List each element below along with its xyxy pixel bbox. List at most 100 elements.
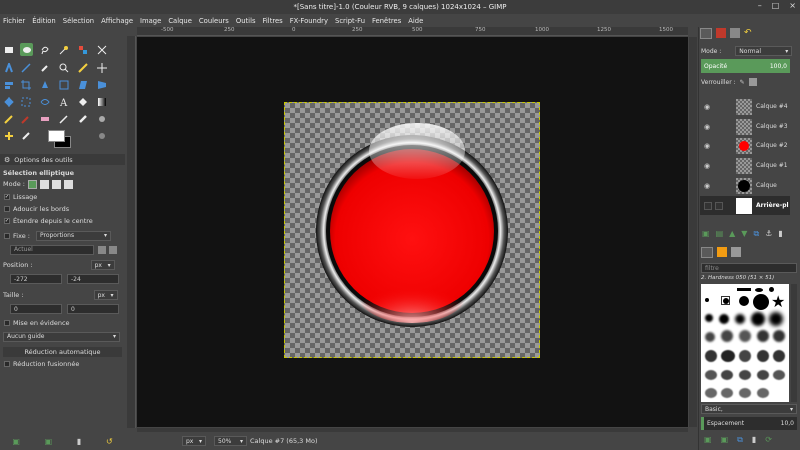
delete-options-icon[interactable]: ▮ (77, 437, 81, 446)
airbrush-icon[interactable] (58, 113, 69, 124)
brush-preset-select[interactable]: Basic, ▾ (701, 404, 797, 414)
brush-grid[interactable]: ★ (701, 284, 789, 402)
align-icon[interactable] (3, 79, 14, 90)
ellipse-select-icon[interactable] (20, 43, 33, 56)
vertical-scrollbar[interactable] (689, 37, 697, 427)
smudge-icon[interactable] (96, 113, 107, 124)
eye-icon[interactable]: ◉ (704, 123, 712, 131)
layer-row[interactable]: ◉ Calque #1 (700, 156, 790, 175)
shear-icon[interactable] (77, 79, 88, 90)
anchor-layer-icon[interactable]: ⚓ (765, 229, 772, 239)
move-icon[interactable] (96, 62, 107, 73)
duplicate-brush-icon[interactable]: ⧉ (737, 435, 743, 445)
cage-icon[interactable] (20, 96, 31, 107)
minimize-button[interactable]: – (758, 1, 762, 10)
layer-row[interactable]: ◉ Calque #3 (700, 117, 790, 136)
paths-tab-icon[interactable] (730, 28, 740, 38)
eraser-icon[interactable] (39, 113, 50, 124)
brush-scrollbar[interactable] (791, 284, 797, 402)
menu-aide[interactable]: Aide (408, 17, 423, 25)
lock-pixels-icon[interactable]: ✎ (740, 79, 745, 86)
paintbrush-icon[interactable] (20, 113, 31, 124)
layer-row[interactable]: ◉ Calque #2 (700, 136, 790, 155)
perspective-icon[interactable] (96, 79, 107, 90)
clone-icon[interactable] (3, 130, 14, 141)
gradients-tab-icon[interactable] (731, 247, 741, 257)
fixed-select[interactable]: Proportions ▾ (35, 230, 111, 241)
color-select-icon[interactable] (77, 44, 88, 55)
duplicate-layer-icon[interactable]: ⧉ (753, 229, 759, 239)
chain-toggle[interactable] (715, 201, 723, 210)
size-unit-select[interactable]: px ▾ (93, 290, 118, 300)
position-x-input[interactable]: -272 (10, 274, 62, 284)
fuzzy-select-icon[interactable] (58, 44, 69, 55)
rotate-icon[interactable] (39, 79, 50, 90)
text-icon[interactable]: A (58, 96, 69, 107)
foreground-select-icon[interactable] (3, 62, 14, 73)
delete-brush-icon[interactable]: ▮ (752, 435, 756, 445)
dodge-icon[interactable] (96, 130, 107, 141)
mode-add-icon[interactable] (39, 179, 49, 189)
measure-icon[interactable] (77, 62, 88, 73)
opacity-slider[interactable]: Opacité 100,0 (701, 59, 790, 73)
lock-alpha-icon[interactable] (748, 78, 757, 86)
save-options-icon[interactable]: ▣ (12, 437, 20, 446)
gradient-icon[interactable] (96, 96, 107, 107)
menu-selection[interactable]: Sélection (63, 17, 94, 25)
zoom-icon[interactable] (58, 62, 69, 73)
expand-checkbox[interactable]: ✓ (4, 218, 10, 224)
foreground-color-swatch[interactable] (48, 130, 65, 142)
maximize-button[interactable]: □ (772, 1, 780, 10)
antialias-checkbox[interactable]: ✓ (4, 194, 10, 200)
flip-icon[interactable] (3, 96, 14, 107)
menu-outils[interactable]: Outils (236, 17, 256, 25)
spacing-slider[interactable]: Espacement 10,0 (701, 417, 797, 430)
undo-tab-icon[interactable]: ↶ (744, 28, 752, 39)
restore-options-icon[interactable]: ▣ (45, 437, 53, 446)
lower-layer-icon[interactable]: ▼ (741, 229, 747, 239)
menu-fx-foundry[interactable]: FX-Foundry (290, 17, 328, 25)
unit-select[interactable]: px ▾ (182, 436, 206, 446)
current-field[interactable]: Actuel (10, 244, 94, 255)
feather-checkbox[interactable] (4, 206, 10, 212)
size-h-input[interactable]: 0 (67, 304, 119, 314)
patterns-tab-icon[interactable] (717, 247, 727, 257)
menu-calque[interactable]: Calque (168, 17, 192, 25)
rect-select-icon[interactable] (3, 44, 14, 55)
landscape-icon[interactable] (109, 245, 117, 254)
layers-tab-icon[interactable] (700, 28, 712, 39)
paths-icon[interactable] (20, 62, 31, 73)
menu-couleurs[interactable]: Couleurs (199, 17, 229, 25)
edit-brush-icon[interactable]: ▣ (704, 435, 712, 445)
size-w-input[interactable]: 0 (10, 304, 62, 314)
layer-row[interactable]: ◉ Calque #4 (700, 97, 790, 116)
image-canvas[interactable] (284, 102, 540, 358)
brush-filter-input[interactable]: filtre (701, 263, 797, 273)
highlight-checkbox[interactable] (4, 320, 10, 326)
menu-filtres[interactable]: Filtres (263, 17, 283, 25)
scale-icon[interactable] (58, 79, 69, 90)
pencil-icon[interactable] (3, 113, 14, 124)
menu-script-fu[interactable]: Script-Fu (335, 17, 365, 25)
position-unit-select[interactable]: px ▾ (90, 260, 115, 270)
new-layer-icon[interactable]: ▣ (702, 229, 710, 239)
menu-fichier[interactable]: Fichier (3, 17, 25, 25)
channels-tab-icon[interactable] (716, 28, 726, 38)
portrait-icon[interactable] (98, 245, 106, 254)
scissors-icon[interactable] (96, 44, 107, 55)
eye-toggle-off[interactable] (704, 201, 712, 210)
warp-icon[interactable] (39, 96, 50, 107)
close-button[interactable]: × (789, 1, 796, 10)
position-y-input[interactable]: -24 (67, 274, 119, 284)
eye-icon[interactable]: ◉ (704, 142, 712, 150)
mode-intersect-icon[interactable] (63, 179, 73, 189)
raise-layer-icon[interactable]: ▲ (729, 229, 735, 239)
layer-mode-select[interactable]: Normal ▾ (735, 46, 793, 56)
bucket-fill-icon[interactable] (77, 96, 88, 107)
mode-subtract-icon[interactable] (51, 179, 61, 189)
menu-image[interactable]: Image (140, 17, 161, 25)
brushes-tab-icon[interactable] (701, 247, 713, 258)
eye-icon[interactable]: ◉ (704, 103, 712, 111)
new-brush-icon[interactable]: ▣ (721, 435, 729, 445)
crop-icon[interactable] (20, 79, 31, 90)
